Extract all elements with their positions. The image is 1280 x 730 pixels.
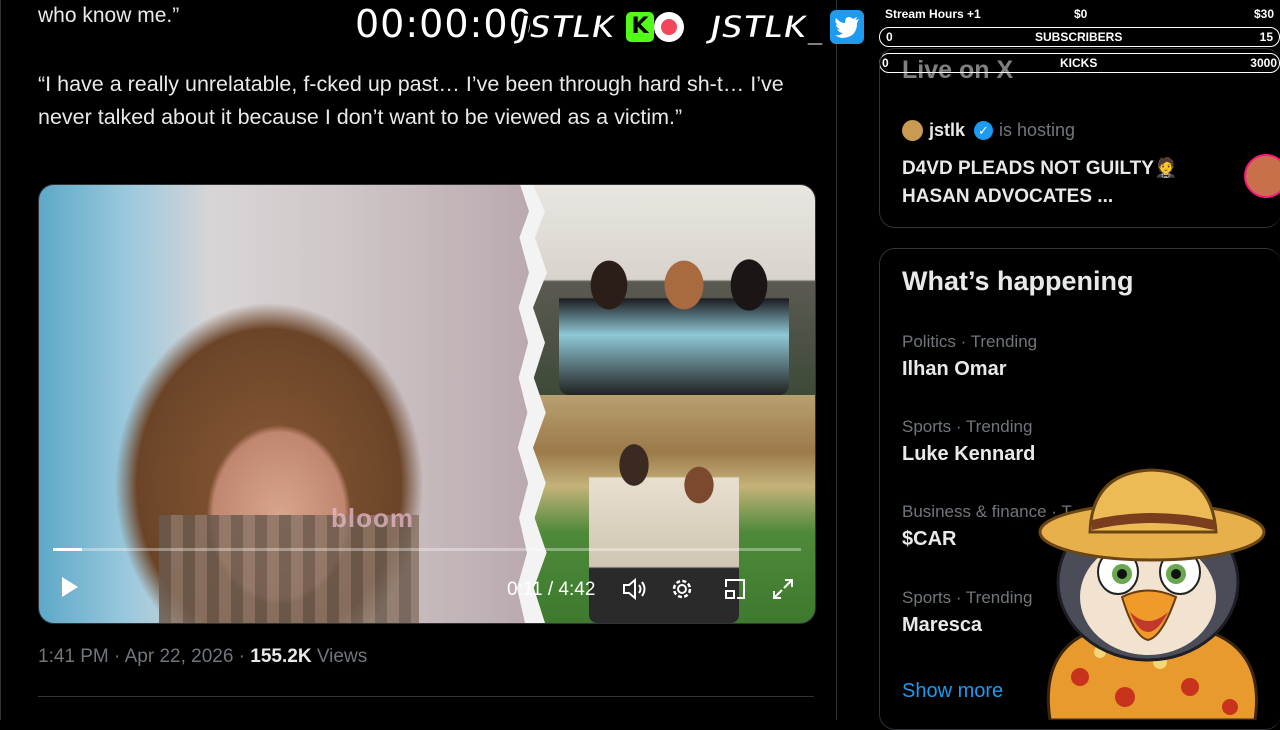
video-progress-fill [53, 548, 83, 551]
tweet-text-line: who know me.” [38, 4, 180, 27]
trend-item[interactable]: Sports · Trending Luke Kennard [902, 417, 1262, 466]
host-avatar[interactable] [902, 120, 923, 141]
subs-label: SUBSCRIBERS [1035, 30, 1123, 44]
column-divider [836, 0, 837, 720]
live-stream-headline[interactable]: D4VD PLEADS NOT GUILTY🤵 HASAN ADVOCATES … [902, 155, 1222, 211]
penguin-mascot-overlay [1030, 462, 1270, 722]
live-host-avatar[interactable] [1244, 154, 1280, 198]
video-time-display: 0:11 / 4:42 [507, 579, 596, 600]
tweet-meta: 1:41 PM · Apr 22, 2026 · 155.2K Views [38, 646, 367, 668]
stream-hours-goal: Stream Hours +1 $0 $30 [879, 4, 1280, 24]
stream-hours-max: $30 [1253, 7, 1274, 21]
kick-logo-icon: K [626, 12, 654, 42]
settings-icon [672, 579, 692, 599]
trend-item[interactable]: Politics · Trending Ilhan Omar [902, 332, 1262, 381]
record-icon [654, 12, 684, 42]
fullscreen-icon [773, 579, 793, 599]
hosting-label: is hosting [999, 120, 1076, 140]
video-frame-streamer [39, 185, 539, 623]
subscribers-goal-bar: 0 SUBSCRIBERS 15 [879, 27, 1280, 47]
trend-context: Sports · Trending [902, 417, 1033, 436]
volume-icon [623, 577, 646, 601]
volume-button[interactable] [621, 577, 649, 601]
trend-topic: Ilhan Omar [902, 358, 1007, 380]
live-on-x-title: Live on X [902, 56, 1014, 84]
play-icon [62, 577, 78, 597]
tweet-quote-text: “I have a really unrelatable, f-cked up … [38, 72, 784, 129]
play-button[interactable] [55, 573, 83, 601]
host-name[interactable]: jstlk [929, 120, 965, 141]
kick-brand-logo: JSTLK [517, 7, 617, 47]
minimize-player-button[interactable] [723, 577, 747, 601]
tweet-timestamp[interactable]: 1:41 PM · Apr 22, 2026 · [38, 646, 250, 667]
tweet-views-count: 155.2K [250, 646, 312, 667]
settings-button[interactable] [669, 576, 695, 602]
tweet-divider [38, 696, 814, 697]
trend-context: Politics · Trending [902, 332, 1038, 351]
subs-goal: 15 [1259, 30, 1273, 44]
video-frame-group-photo [529, 185, 815, 395]
minimize-icon [725, 579, 745, 599]
stream-timer: 00:00:00 [355, 2, 534, 46]
twitter-bird-icon [830, 10, 864, 44]
twitter-brand-logo: JSTLK_ [709, 7, 824, 47]
subs-current: 0 [886, 30, 893, 44]
video-progress-bar[interactable] [53, 548, 801, 551]
show-more-link[interactable]: Show more [902, 680, 1003, 703]
whats-happening-title: What’s happening [902, 266, 1134, 296]
bloom-watermark: bloom [331, 503, 414, 533]
stream-hours-min: $0 [1074, 7, 1088, 21]
verified-badge-icon: ✓ [974, 121, 993, 140]
stream-hours-label: Stream Hours +1 [885, 7, 981, 21]
left-column-border [0, 0, 1, 720]
video-player[interactable]: bloom 0:11 / 4:42 [38, 184, 816, 624]
tweet-views-label: Views [311, 646, 368, 667]
fullscreen-button[interactable] [771, 577, 795, 601]
